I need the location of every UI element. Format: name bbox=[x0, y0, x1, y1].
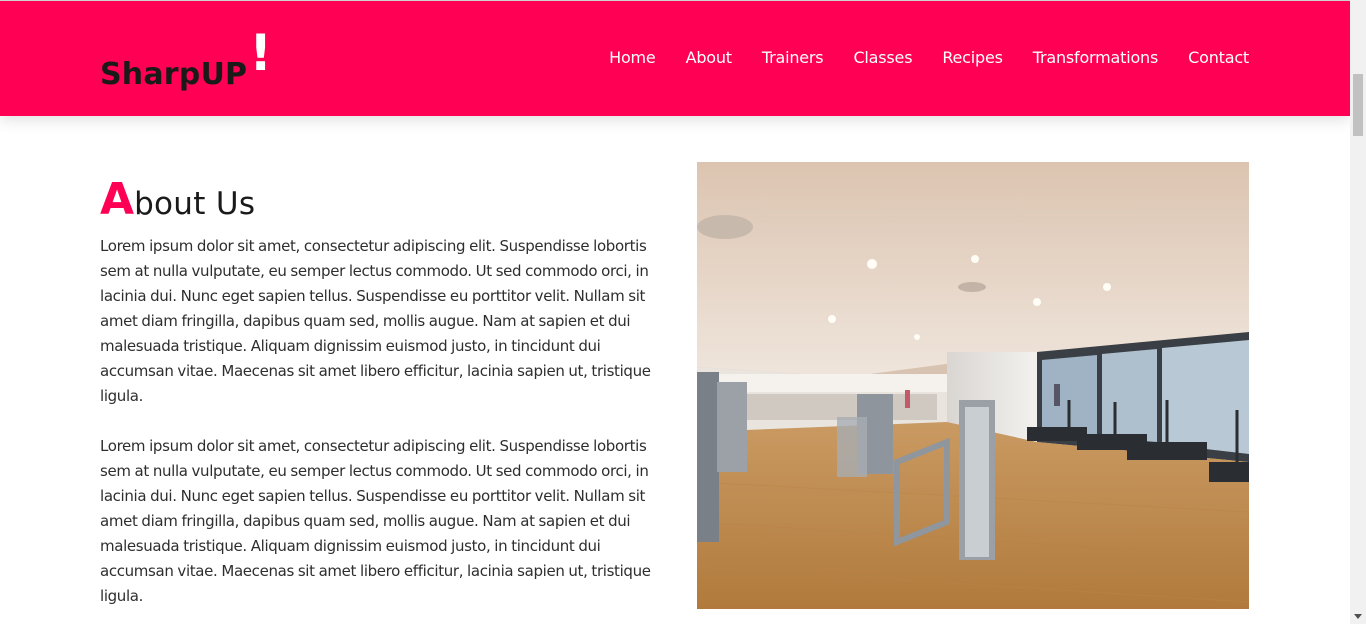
about-heading-rest: bout Us bbox=[134, 186, 256, 222]
site-logo[interactable]: SharpUP ! bbox=[100, 24, 273, 92]
scrollbar-thumb[interactable] bbox=[1353, 74, 1363, 136]
nav-link-contact[interactable]: Contact bbox=[1188, 47, 1249, 69]
about-section: About Us Lorem ipsum dolor sit amet, con… bbox=[100, 162, 1249, 624]
gym-interior-photo bbox=[697, 162, 1249, 609]
about-paragraph: Lorem ipsum dolor sit amet, consectetur … bbox=[100, 237, 651, 405]
header-top-border bbox=[0, 0, 1350, 1]
logo-exclamation-mark: ! bbox=[249, 24, 273, 82]
main-navigation: Home About Trainers Classes Recipes Tran… bbox=[609, 47, 1249, 69]
site-header: SharpUP ! Home About Trainers Classes Re… bbox=[0, 0, 1350, 116]
about-paragraph: Lorem ipsum dolor sit amet, consectetur … bbox=[100, 437, 651, 605]
nav-link-classes[interactable]: Classes bbox=[853, 47, 912, 69]
nav-link-about[interactable]: About bbox=[686, 47, 733, 69]
nav-link-home[interactable]: Home bbox=[609, 47, 656, 69]
logo-wordmark: SharpUP bbox=[100, 57, 248, 92]
scroll-down-arrow-icon[interactable] bbox=[1350, 608, 1366, 624]
nav-link-trainers[interactable]: Trainers bbox=[762, 47, 824, 69]
nav-link-transformations[interactable]: Transformations bbox=[1033, 47, 1159, 69]
about-heading-initial: A bbox=[100, 174, 135, 225]
page-scrollbar[interactable] bbox=[1350, 0, 1366, 624]
about-heading: About Us bbox=[100, 174, 255, 222]
nav-link-recipes[interactable]: Recipes bbox=[942, 47, 1003, 69]
